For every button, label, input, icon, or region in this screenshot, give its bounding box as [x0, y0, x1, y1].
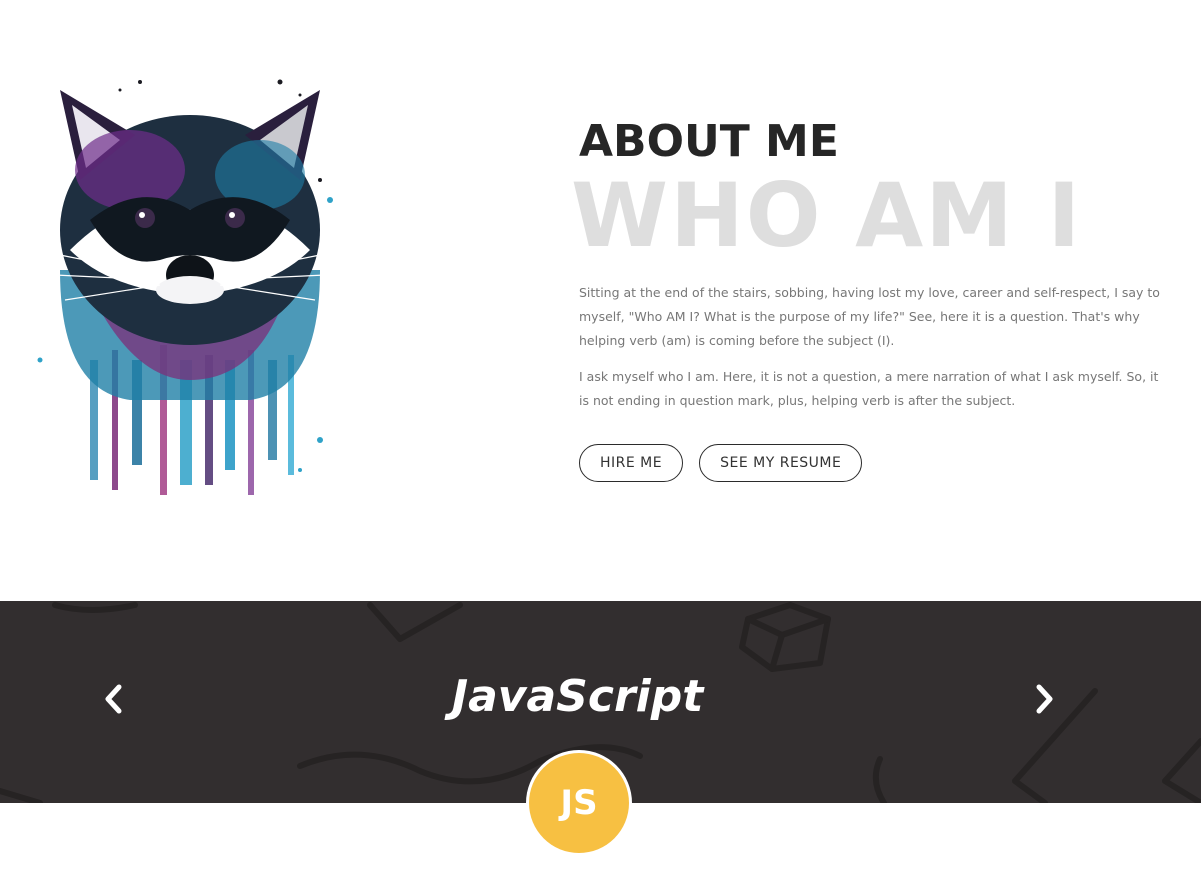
about-section: ABOUT ME WHO AM I Sitting at the end of …	[0, 0, 1201, 601]
about-paragraph-1: Sitting at the end of the stairs, sobbin…	[579, 285, 1160, 348]
skill-badge-logo: JS	[529, 753, 629, 853]
raccoon-illustration	[37, 79, 333, 495]
about-content: ABOUT ME WHO AM I Sitting at the end of …	[571, 116, 1169, 482]
about-paragraph-2: I ask myself who I am. Here, it is not a…	[579, 369, 1159, 408]
page: ABOUT ME WHO AM I Sitting at the end of …	[0, 0, 1201, 878]
skill-badge: JS	[526, 750, 632, 856]
next-skill-button[interactable]	[1029, 681, 1059, 717]
hire-me-button[interactable]: HIRE ME	[579, 444, 684, 482]
see-resume-button[interactable]: SEE MY RESUME	[699, 444, 863, 482]
about-actions: HIRE ME SEE MY RESUME	[579, 444, 863, 482]
about-watermark: WHO AM I	[571, 164, 1083, 267]
about-title: ABOUT ME	[579, 116, 839, 167]
chevron-right-icon	[1036, 684, 1053, 714]
skill-title: JavaScript	[451, 671, 704, 722]
